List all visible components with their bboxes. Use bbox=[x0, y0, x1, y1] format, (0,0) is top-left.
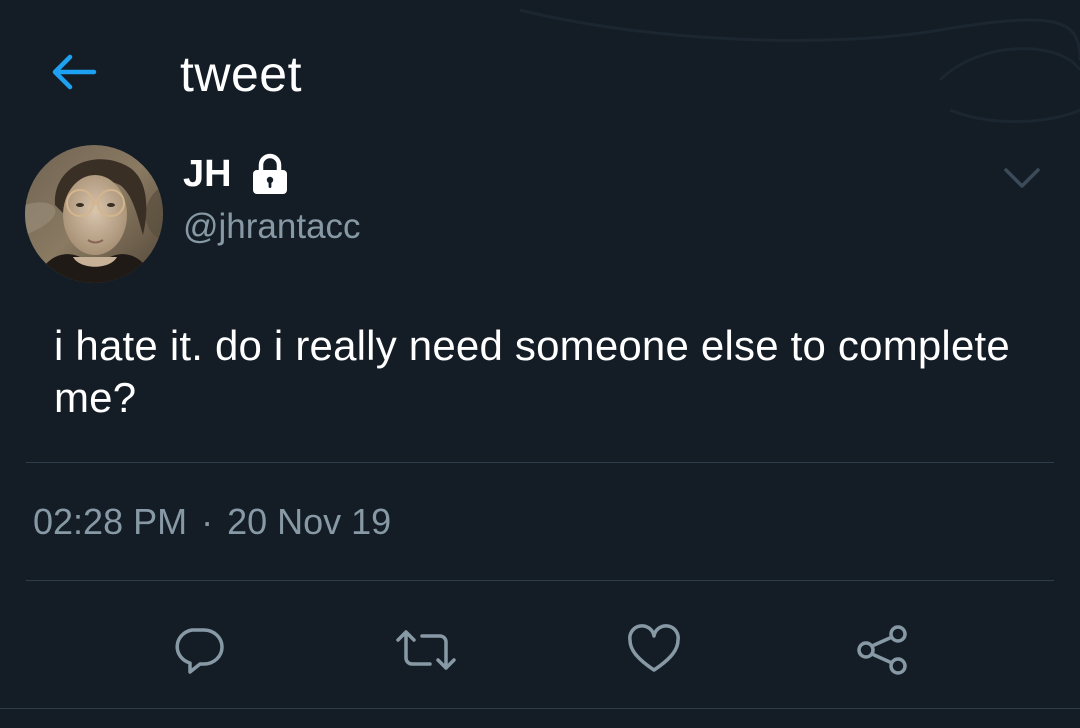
reply-button[interactable] bbox=[166, 618, 230, 682]
heart-icon bbox=[628, 624, 680, 672]
chevron-down-icon bbox=[1004, 168, 1040, 188]
share-button[interactable] bbox=[850, 618, 914, 682]
display-name[interactable]: JH bbox=[183, 152, 232, 196]
bottom-divider bbox=[0, 708, 1080, 709]
display-name-row: JH bbox=[183, 152, 290, 196]
back-button[interactable] bbox=[46, 48, 102, 96]
divider-top bbox=[26, 462, 1054, 463]
like-button[interactable] bbox=[622, 618, 686, 682]
page-title: tweet bbox=[180, 46, 303, 102]
top-bar: tweet bbox=[0, 0, 1080, 140]
tweet-header: JH @jhrantacc bbox=[0, 140, 1080, 290]
tweet-time: 02:28 PM bbox=[33, 501, 188, 542]
timestamp: 02:28 PM · 20 Nov 19 bbox=[33, 500, 391, 544]
action-bar bbox=[0, 608, 1080, 688]
tweet-text: i hate it. do i really need someone else… bbox=[54, 322, 1010, 421]
retweet-button[interactable] bbox=[394, 618, 458, 682]
share-icon bbox=[857, 625, 907, 675]
retweet-icon bbox=[396, 630, 456, 670]
reply-icon bbox=[175, 628, 224, 674]
user-handle[interactable]: @jhrantacc bbox=[183, 206, 361, 248]
lock-icon bbox=[250, 152, 290, 196]
avatar[interactable] bbox=[25, 145, 163, 283]
more-options-button[interactable] bbox=[1000, 158, 1044, 198]
divider-bottom bbox=[26, 580, 1054, 581]
timestamp-separator: · bbox=[201, 501, 214, 542]
header-background-decoration bbox=[520, 8, 1080, 124]
avatar-image bbox=[25, 145, 163, 283]
tweet-date: 20 Nov 19 bbox=[227, 501, 392, 542]
arrow-left-icon bbox=[52, 54, 97, 90]
